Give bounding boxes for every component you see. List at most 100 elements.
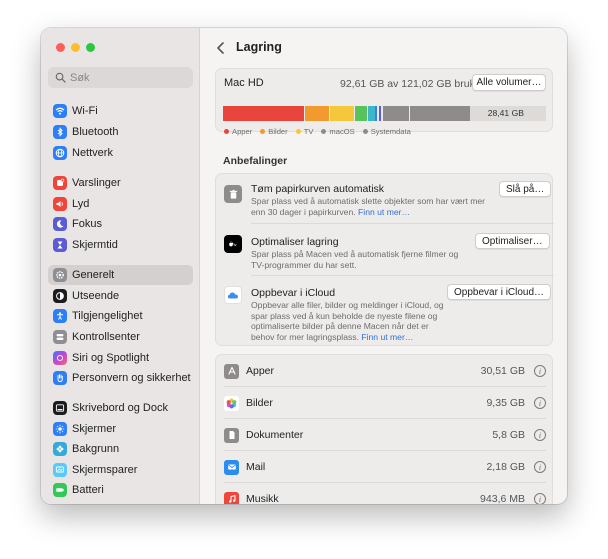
search-input[interactable]	[70, 71, 190, 84]
storage-legend: Apper Bilder TV macOS Systemdata	[224, 127, 419, 136]
sidebar-item-privacy-security[interactable]: Personvern og sikkerhet	[48, 368, 193, 388]
sidebar-item-screensaver[interactable]: Skjermsparer	[48, 460, 193, 480]
sidebar-item-label: Personvern og sikkerhet	[72, 372, 191, 384]
sidebar-item-displays[interactable]: Skjermer	[48, 419, 193, 439]
accessibility-icon	[53, 309, 67, 323]
speaker-icon	[53, 197, 67, 211]
info-icon[interactable]: i	[534, 461, 546, 473]
flower-icon	[53, 442, 67, 456]
disk-usage-text: 92,61 GB av 121,02 GB brukt	[340, 78, 478, 90]
sidebar-item-label: Utseende	[72, 290, 120, 302]
zoom-window-button[interactable]	[86, 43, 95, 52]
sidebar-item-label: Skrivebord og Dock	[72, 402, 168, 414]
all-volumes-button[interactable]: Alle volumer…	[472, 74, 546, 91]
info-icon[interactable]: i	[534, 397, 546, 409]
storage-segment-macos	[383, 106, 409, 121]
learn-more-link[interactable]: Finn ut mer…	[361, 332, 413, 342]
list-item-photos[interactable]: Bilder 9,35 GB i	[216, 387, 554, 419]
sidebar-item-label: Fokus	[72, 218, 102, 230]
sidebar-item-label: Skjermsparer	[72, 464, 138, 476]
legend-item-tv: TV	[295, 127, 313, 136]
appletv-icon: tv	[224, 235, 242, 253]
appearance-icon	[53, 289, 67, 303]
sidebar-item-network[interactable]: Nettverk	[48, 143, 193, 163]
rec-desc-icloud: Oppbevar alle filer, bilder og meldinger…	[251, 300, 444, 342]
list-item-label: Apper	[246, 365, 275, 377]
minimize-window-button[interactable]	[71, 43, 80, 52]
moon-icon	[53, 217, 67, 231]
storage-segment-other-1	[355, 106, 367, 121]
sidebar-item-battery[interactable]: Batteri	[48, 480, 193, 500]
turn-on-button[interactable]: Slå på…	[499, 181, 552, 197]
hand-icon	[53, 371, 67, 385]
storage-segment-tv	[330, 106, 354, 121]
sidebar-item-screentime[interactable]: Skjermtid	[48, 235, 193, 255]
info-icon[interactable]: i	[534, 365, 546, 377]
list-item-documents[interactable]: Dokumenter 5,8 GB i	[216, 419, 554, 451]
apps-icon	[224, 363, 239, 379]
legend-item-photos: Bilder	[260, 127, 288, 136]
sidebar-item-label: Lyd	[72, 198, 90, 210]
sidebar-item-sound[interactable]: Lyd	[48, 194, 193, 214]
sidebar-item-bluetooth[interactable]: Bluetooth	[48, 122, 193, 142]
storage-segment-apps	[223, 106, 304, 121]
sidebar-item-focus[interactable]: Fokus	[48, 214, 193, 234]
learn-more-link[interactable]: Finn ut mer…	[358, 207, 410, 217]
list-item-size: 30,51 GB	[480, 365, 525, 377]
list-item-music[interactable]: Musikk 943,6 MB i	[216, 483, 554, 504]
sidebar-item-accessibility[interactable]: Tilgjengelighet	[48, 306, 193, 326]
info-icon[interactable]: i	[534, 429, 546, 441]
store-in-icloud-button[interactable]: Oppbevar i iCloud…	[447, 284, 552, 300]
sidebar-item-label: Tilgjengelighet	[72, 310, 143, 322]
sidebar-item-wallpaper[interactable]: Bakgrunn	[48, 439, 193, 459]
rec-title-optimize: Optimaliser lagring	[251, 236, 339, 248]
bell-icon	[53, 176, 67, 190]
rec-desc-optimize: Spar plass på Macen ved å automatisk fje…	[251, 249, 459, 270]
list-item-size: 9,35 GB	[486, 397, 525, 409]
sun-icon	[53, 422, 67, 436]
optimize-button[interactable]: Optimaliser…	[475, 233, 550, 249]
info-icon[interactable]: i	[534, 493, 546, 504]
back-chevron-icon[interactable]	[215, 41, 227, 55]
storage-segment-free: 28,41 GB	[470, 106, 546, 121]
storage-categories-list: Apper 30,51 GB i Bilder 9,35 GB i Dokume…	[215, 354, 553, 504]
document-icon	[224, 427, 239, 443]
sidebar-item-desktop-dock[interactable]: Skrivebord og Dock	[48, 398, 193, 418]
search-field[interactable]	[48, 67, 193, 88]
list-item-label: Musikk	[246, 493, 279, 504]
control-center-icon	[53, 330, 67, 344]
sidebar-item-label: Skjermer	[72, 423, 117, 435]
bluetooth-icon	[53, 125, 67, 139]
list-item-apps[interactable]: Apper 30,51 GB i	[216, 355, 554, 387]
system-settings-window: Wi-Fi Bluetooth Nettverk Varslinger Lyd …	[41, 28, 567, 504]
icloud-icon	[224, 286, 242, 304]
sidebar-item-label: Wi-Fi	[72, 105, 98, 117]
list-item-label: Mail	[246, 461, 266, 473]
hourglass-icon	[53, 238, 67, 252]
list-item-mail[interactable]: Mail 2,18 GB i	[216, 451, 554, 483]
recommendations-heading: Anbefalinger	[223, 155, 288, 167]
sidebar-item-control-center[interactable]: Kontrollsenter	[48, 327, 193, 347]
legend-item-apps: Apper	[224, 127, 252, 136]
sidebar-item-label: Bluetooth	[72, 126, 119, 138]
close-window-button[interactable]	[56, 43, 65, 52]
sidebar-item-label: Nettverk	[72, 147, 113, 159]
disk-usage-card: Mac HD 92,61 GB av 121,02 GB brukt Alle …	[215, 68, 553, 136]
sidebar-item-label: Skjermtid	[72, 239, 118, 251]
list-item-label: Bilder	[246, 397, 273, 409]
rec-title-empty-trash: Tøm papirkurven automatisk	[251, 183, 385, 195]
sidebar-item-notifications[interactable]: Varslinger	[48, 173, 193, 193]
sidebar-item-wifi[interactable]: Wi-Fi	[48, 101, 193, 121]
sidebar-item-label: Varslinger	[72, 177, 121, 189]
storage-segment-systemdata	[410, 106, 470, 121]
svg-text:tv: tv	[234, 243, 237, 247]
sidebar-item-siri-spotlight[interactable]: Siri og Spotlight	[48, 348, 193, 368]
list-item-size: 5,8 GB	[492, 429, 525, 441]
sidebar-item-appearance[interactable]: Utseende	[48, 286, 193, 306]
legend-item-systemdata: Systemdata	[362, 127, 411, 136]
sidebar-item-label: Bakgrunn	[72, 443, 120, 455]
search-icon	[55, 72, 66, 83]
sidebar-item-label: Batteri	[72, 484, 104, 496]
list-item-size: 2,18 GB	[486, 461, 525, 473]
sidebar-item-general[interactable]: Generelt	[48, 265, 193, 285]
